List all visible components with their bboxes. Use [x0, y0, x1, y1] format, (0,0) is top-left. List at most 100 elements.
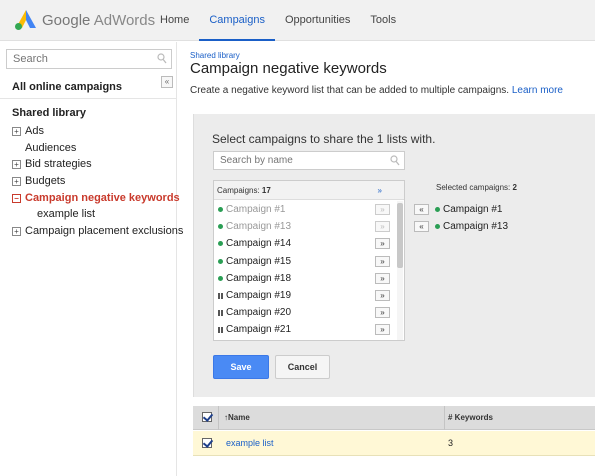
campaign-name: Campaign #14	[226, 238, 292, 250]
description-text: Create a negative keyword list that can …	[190, 85, 510, 96]
keyword-count: 3	[448, 438, 454, 448]
selected-campaigns-header: Selected campaigns: 2	[436, 183, 517, 192]
search-icon	[157, 53, 167, 64]
tab-opportunities[interactable]: Opportunities	[275, 0, 360, 41]
adwords-logo-icon	[15, 10, 36, 30]
list-item: Campaign #18 »	[214, 270, 404, 287]
sidebar-item-campaign-negative-keywords[interactable]: − Campaign negative keywords	[12, 192, 180, 204]
status-enabled-icon	[218, 207, 223, 213]
select-all-checkbox[interactable]	[202, 412, 212, 422]
add-campaign-button[interactable]: »	[375, 255, 390, 267]
list-item: Campaign #20 »	[214, 304, 404, 321]
campaigns-count: 17	[261, 186, 271, 195]
tab-tools[interactable]: Tools	[360, 0, 406, 41]
campaigns-label: Campaigns:	[217, 186, 260, 195]
list-item: Campaign #13 »	[214, 218, 404, 235]
status-paused-icon	[218, 309, 223, 316]
sidebar-item-ads[interactable]: + Ads	[12, 125, 44, 137]
campaign-search-input[interactable]	[214, 152, 384, 169]
add-campaign-button[interactable]: »	[375, 204, 390, 215]
campaign-name: Campaign #13	[226, 221, 292, 233]
remove-campaign-button[interactable]: «	[414, 204, 429, 215]
breadcrumb[interactable]: Shared library	[190, 51, 240, 60]
keywords-column-header[interactable]: # Keywords	[448, 413, 493, 422]
list-item: Campaign #19 »	[214, 287, 404, 304]
campaign-name: Campaign #15	[226, 255, 292, 267]
add-campaign-button[interactable]: »	[375, 324, 390, 336]
available-campaigns-header: Campaigns: 17 »	[214, 181, 404, 200]
name-column-header[interactable]: ↑Name	[224, 413, 250, 422]
learn-more-link[interactable]: Learn more	[512, 85, 563, 96]
collapse-sidebar-button[interactable]: «	[161, 76, 173, 88]
status-enabled-icon	[218, 275, 223, 281]
expand-icon[interactable]: +	[12, 126, 21, 136]
campaign-name: Campaign #1	[443, 204, 503, 215]
selected-campaign-item: « Campaign #13	[414, 221, 508, 232]
save-button[interactable]: Save	[213, 355, 269, 379]
shared-library-link[interactable]: Shared library	[12, 107, 86, 119]
add-campaign-button[interactable]: »	[375, 289, 390, 301]
tab-campaigns[interactable]: Campaigns	[199, 0, 275, 41]
selected-campaign-item: « Campaign #1	[414, 204, 502, 215]
campaign-name: Campaign #20	[226, 307, 292, 319]
collapse-icon[interactable]: −	[12, 193, 21, 203]
column-divider	[444, 406, 445, 430]
status-enabled-icon	[218, 224, 223, 230]
table-row: example list 3	[193, 431, 595, 456]
campaign-search[interactable]	[213, 151, 405, 170]
search-icon	[390, 155, 400, 166]
campaign-name: Campaign #1	[226, 204, 286, 216]
page-title: Campaign negative keywords	[190, 60, 387, 77]
add-all-button[interactable]: »	[378, 181, 382, 200]
sidebar-item-label: Audiences	[25, 142, 77, 154]
sidebar-item-label: Bid strategies	[25, 158, 92, 170]
add-campaign-button[interactable]: »	[375, 238, 390, 250]
sidebar-search-input[interactable]	[7, 50, 147, 68]
tab-home[interactable]: Home	[150, 0, 199, 41]
scrollbar-thumb[interactable]	[397, 203, 403, 268]
add-campaign-button[interactable]: »	[375, 272, 390, 284]
campaign-name: Campaign #19	[226, 290, 292, 302]
status-enabled-icon	[218, 258, 223, 264]
campaign-name: Campaign #13	[443, 221, 509, 232]
sidebar-search[interactable]	[6, 49, 172, 69]
expand-icon[interactable]: +	[12, 226, 21, 236]
sidebar-item-label: Campaign negative keywords	[25, 192, 180, 204]
available-campaigns-list: Campaigns: 17 » Campaign #1 » Campaign #…	[213, 180, 405, 341]
list-item: Campaign #21 »	[214, 321, 404, 338]
sidebar-item-label: Ads	[25, 125, 44, 137]
sidebar-item-label: example list	[37, 208, 96, 220]
all-online-campaigns-link[interactable]: All online campaigns	[12, 81, 122, 93]
sidebar-item-label: Campaign placement exclusions	[25, 225, 184, 237]
sidebar-item-label: Budgets	[25, 175, 66, 187]
status-paused-icon	[218, 326, 223, 333]
sidebar: « All online campaigns Shared library + …	[0, 42, 183, 476]
adwords-logo[interactable]: Google AdWords	[14, 9, 155, 31]
sidebar-item-example-list[interactable]: example list	[37, 208, 95, 220]
campaign-name: Campaign #18	[226, 272, 292, 284]
sidebar-item-budgets[interactable]: + Budgets	[12, 175, 65, 187]
sidebar-item-campaign-placement-exclusions[interactable]: + Campaign placement exclusions	[12, 225, 183, 237]
list-item: Campaign #1 »	[214, 201, 404, 218]
table-header: ↑Name # Keywords	[193, 406, 595, 430]
add-campaign-button[interactable]: »	[375, 307, 390, 319]
status-enabled-icon	[435, 224, 440, 229]
top-bar: Google AdWords Home Campaigns Opportunit…	[0, 0, 595, 41]
remove-campaign-button[interactable]: «	[414, 221, 429, 232]
cancel-button[interactable]: Cancel	[275, 355, 330, 379]
campaigns-scrollbar[interactable]	[397, 201, 403, 340]
campaigns-scroll-area[interactable]: Campaign #1 » Campaign #13 » Campaign #1…	[214, 201, 404, 340]
page-description: Create a negative keyword list that can …	[190, 85, 563, 96]
selected-label: Selected campaigns:	[436, 183, 511, 192]
expand-icon[interactable]: +	[12, 159, 21, 169]
expand-icon[interactable]: +	[12, 176, 21, 186]
add-campaign-button[interactable]: »	[375, 221, 390, 233]
status-enabled-icon	[218, 241, 223, 247]
row-checkbox[interactable]	[202, 438, 212, 448]
selected-count: 2	[512, 183, 517, 192]
campaign-name: Campaign #21	[226, 324, 292, 336]
sidebar-item-bid-strategies[interactable]: + Bid strategies	[12, 158, 92, 170]
sidebar-item-audiences[interactable]: Audiences	[25, 142, 76, 154]
list-name-link[interactable]: example list	[226, 438, 274, 448]
main-nav: Home Campaigns Opportunities Tools	[150, 0, 406, 41]
